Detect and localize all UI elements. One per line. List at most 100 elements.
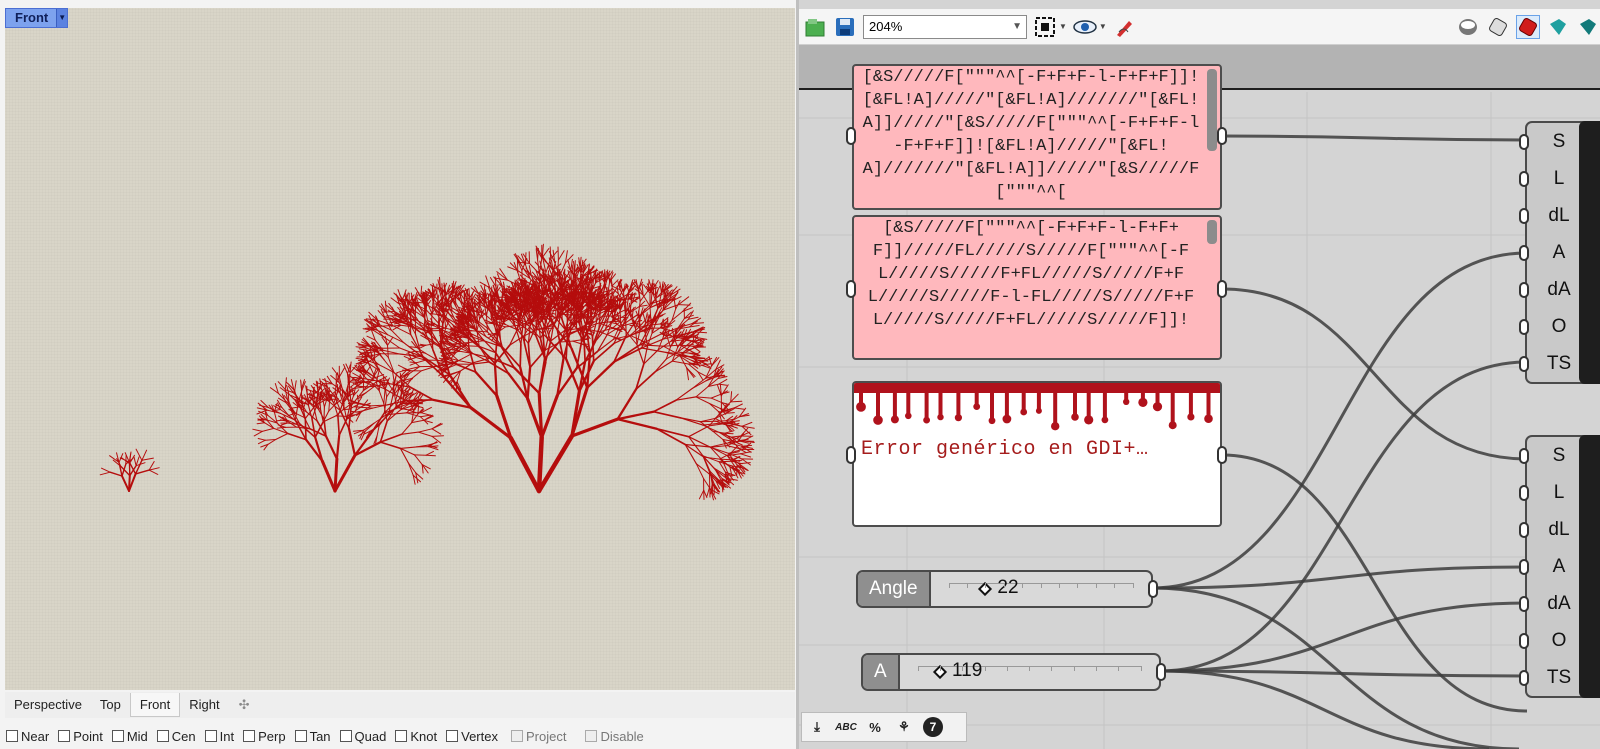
- turtle-input-grip[interactable]: [1519, 208, 1529, 224]
- a-slider[interactable]: A 119: [861, 653, 1161, 691]
- turtle-input-grip[interactable]: [1519, 448, 1529, 464]
- viewport-title-label[interactable]: Front: [6, 9, 57, 27]
- a-slider-name: A: [863, 655, 900, 689]
- osnap-vertex[interactable]: Vertex: [446, 729, 498, 744]
- turtle-input-l[interactable]: L: [1519, 160, 1581, 197]
- rhino-window: Front ▼ Perspective Top Front Right ✣ Ne…: [0, 0, 796, 749]
- error-panel-output-grip[interactable]: [1217, 446, 1227, 464]
- download-icon[interactable]: ⤓: [807, 717, 827, 737]
- turtle-input-label: A: [1552, 556, 1566, 577]
- osnap-cen[interactable]: Cen: [156, 728, 196, 744]
- turtle-component-2[interactable]: SLdL AdA O TS Turtle: [1519, 435, 1600, 698]
- panel1-output-grip[interactable]: [1217, 127, 1227, 145]
- turtle-input-grip[interactable]: [1519, 319, 1529, 335]
- error-panel[interactable]: Error genérico en GDI+…: [852, 381, 1222, 527]
- osnap-checkbox[interactable]: [6, 730, 18, 742]
- turtle-input-grip[interactable]: [1519, 356, 1529, 372]
- osnap-checkbox[interactable]: [446, 730, 459, 742]
- osnap-checkbox[interactable]: [339, 730, 352, 742]
- turtle-input-da[interactable]: dA: [1519, 585, 1581, 622]
- osnap-int[interactable]: Int: [204, 728, 235, 744]
- panel2-input-grip[interactable]: [846, 280, 856, 298]
- turtle-input-label: O: [1551, 630, 1567, 651]
- viewport-title[interactable]: Front ▼: [5, 8, 69, 28]
- turtle-input-grip[interactable]: [1519, 171, 1529, 187]
- turtle-input-l[interactable]: L: [1519, 474, 1581, 511]
- angle-slider-output-grip[interactable]: [1148, 580, 1158, 598]
- osnap-knot[interactable]: Knot: [395, 729, 437, 744]
- osnap-label: Int: [219, 728, 235, 744]
- turtle-input-grip[interactable]: [1519, 485, 1529, 501]
- panel2-scrollbar[interactable]: [1207, 220, 1217, 244]
- turtle-input-a[interactable]: A: [1519, 548, 1581, 585]
- turtle-input-o[interactable]: O: [1519, 622, 1581, 659]
- turtle-component-1[interactable]: SLdL AdA O TS Turtle: [1519, 121, 1600, 384]
- osnap-mid[interactable]: Mid: [111, 729, 148, 744]
- add-viewport-icon[interactable]: ✣: [229, 697, 260, 713]
- tab-front[interactable]: Front: [129, 693, 181, 717]
- osnap-checkbox[interactable]: [111, 730, 124, 742]
- osnap-checkbox[interactable]: [294, 730, 307, 742]
- turtle-input-label: TS: [1546, 667, 1572, 688]
- osnap-label: Vertex: [461, 728, 498, 744]
- turtle-component-label[interactable]: Turtle: [1579, 121, 1600, 384]
- abc-icon[interactable]: ABC: [835, 717, 857, 737]
- turtle-input-a[interactable]: A: [1519, 234, 1581, 271]
- osnap-checkbox[interactable]: [58, 730, 71, 742]
- panel1-scrollbar[interactable]: [1207, 69, 1217, 151]
- panel2-output-grip[interactable]: [1217, 280, 1227, 298]
- osnap-checkbox[interactable]: [395, 730, 408, 742]
- wire: [1221, 287, 1528, 461]
- turtle-input-da[interactable]: dA: [1519, 271, 1581, 308]
- osnap-project: Project: [510, 729, 566, 744]
- turtle-input-o[interactable]: O: [1519, 308, 1581, 345]
- viewport-dropdown-icon[interactable]: ▼: [56, 9, 68, 27]
- turtle-input-ts[interactable]: TS: [1519, 659, 1581, 696]
- osnap-perp[interactable]: Perp: [243, 729, 286, 744]
- osnap-near[interactable]: Near: [6, 729, 49, 744]
- turtle-input-dl[interactable]: dL: [1519, 511, 1581, 548]
- turtle-input-grip[interactable]: [1519, 596, 1529, 612]
- error-panel-input-grip[interactable]: [846, 446, 856, 464]
- angle-slider[interactable]: Angle 22: [856, 570, 1153, 608]
- front-viewport[interactable]: Front ▼: [5, 8, 795, 690]
- turtle-input-s[interactable]: S: [1519, 123, 1581, 160]
- osnap-label: Cen: [171, 728, 196, 744]
- osnap-tan[interactable]: Tan: [294, 729, 331, 744]
- text-panel-1[interactable]: [&S/////F["""^^[-F+F+F-l-F+F+F]]![&FL!A]…: [852, 64, 1222, 210]
- turtle-input-s[interactable]: S: [1519, 437, 1581, 474]
- badge-seven-icon[interactable]: 7: [923, 717, 943, 737]
- osnap-quad[interactable]: Quad: [339, 729, 386, 744]
- angle-slider-rail[interactable]: 22: [931, 572, 1151, 606]
- viewport-tabs: Perspective Top Front Right ✣: [5, 692, 795, 718]
- turtle-input-dl[interactable]: dL: [1519, 197, 1581, 234]
- osnap-checkbox[interactable]: [243, 730, 256, 742]
- osnap-checkbox[interactable]: [156, 730, 169, 742]
- tree-icon[interactable]: ⚘: [894, 717, 914, 737]
- panel1-input-grip[interactable]: [846, 127, 856, 145]
- gh-status-toolbar: ⤓ ABC % ⚘ 7: [801, 712, 967, 742]
- turtle-input-grip[interactable]: [1519, 282, 1529, 298]
- turtle-input-grip[interactable]: [1519, 134, 1529, 150]
- a-slider-rail[interactable]: 119: [900, 655, 1159, 689]
- turtle-input-grip[interactable]: [1519, 522, 1529, 538]
- a-slider-output-grip[interactable]: [1156, 663, 1166, 681]
- turtle-input-grip[interactable]: [1519, 245, 1529, 261]
- turtle-input-grip[interactable]: [1519, 559, 1529, 575]
- osnap-label: Knot: [410, 728, 438, 744]
- tab-top[interactable]: Top: [91, 693, 130, 717]
- turtle-input-label: S: [1552, 445, 1566, 466]
- tab-perspective[interactable]: Perspective: [5, 693, 91, 717]
- turtle-input-grip[interactable]: [1519, 633, 1529, 649]
- turtle-input-label: TS: [1546, 353, 1572, 374]
- turtle-input-grip[interactable]: [1519, 670, 1529, 686]
- error-message: Error genérico en GDI+…: [861, 438, 1149, 461]
- percent-icon[interactable]: %: [865, 717, 885, 737]
- turtle-input-ts[interactable]: TS: [1519, 345, 1581, 382]
- text-panel-2[interactable]: [&S/////F["""^^[-F+F+F-l-F+F+F]]/////FL/…: [852, 215, 1222, 360]
- tab-right[interactable]: Right: [180, 693, 228, 717]
- osnap-point[interactable]: Point: [58, 729, 103, 744]
- osnap-checkbox[interactable]: [204, 730, 217, 742]
- turtle-component-label[interactable]: Turtle: [1579, 435, 1600, 698]
- tree-small: [99, 448, 160, 492]
